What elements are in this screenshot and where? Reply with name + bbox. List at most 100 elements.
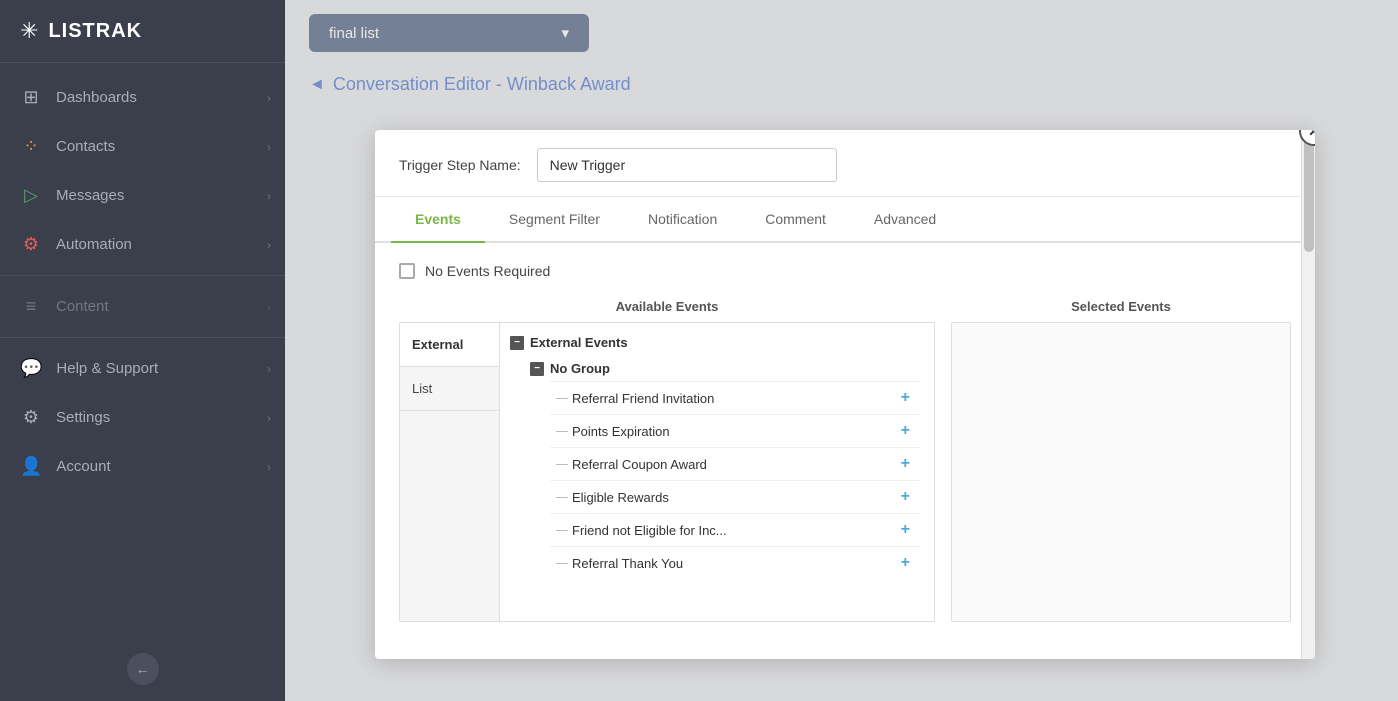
events-container: External List − External Events	[399, 322, 935, 622]
modal-content: No Events Required Available Events Exte…	[375, 243, 1315, 659]
tree-item-name: Eligible Rewards	[572, 490, 893, 505]
tree-items: Referral Friend Invitation + Points Expi…	[520, 381, 920, 579]
tree-item-add-button[interactable]: +	[901, 554, 910, 572]
logo-area: ✳ LISTRAK	[0, 0, 285, 63]
trigger-name-row: Trigger Step Name:	[375, 130, 1315, 197]
tree-subgroup-collapse-icon[interactable]: −	[530, 362, 544, 376]
chevron-icon: ›	[267, 189, 271, 203]
nav-divider	[0, 275, 285, 276]
sidebar-item-label: Help & Support	[56, 360, 158, 377]
tree-subgroup-label: No Group	[550, 361, 610, 376]
tree-item-line	[556, 530, 568, 531]
tab-advanced[interactable]: Advanced	[850, 197, 960, 243]
selected-events-title: Selected Events	[951, 299, 1291, 314]
tree-item-name: Friend not Eligible for Inc...	[572, 523, 893, 538]
modal-scrollbar[interactable]	[1301, 130, 1315, 659]
content-icon: ≡	[20, 296, 42, 317]
chevron-icon: ›	[267, 300, 271, 314]
contacts-icon: ⁘	[20, 136, 42, 157]
chevron-icon: ›	[267, 362, 271, 376]
category-list: External List	[400, 323, 500, 621]
sidebar-item-label: Messages	[56, 187, 124, 204]
tree-item: Referral Friend Invitation +	[550, 381, 920, 414]
no-events-row: No Events Required	[399, 263, 1291, 279]
category-external[interactable]: External	[400, 323, 499, 367]
category-list[interactable]: List	[400, 367, 499, 411]
tree-group-external-events: − External Events	[500, 329, 920, 356]
tab-notification[interactable]: Notification	[624, 197, 741, 243]
chevron-icon: ›	[267, 91, 271, 105]
tree-item-add-button[interactable]: +	[901, 521, 910, 539]
tree-item: Referral Coupon Award +	[550, 447, 920, 480]
logo-text: LISTRAK	[48, 20, 142, 43]
sidebar-item-automation[interactable]: ⚙ Automation ›	[0, 220, 285, 269]
sidebar-collapse-button[interactable]: ←	[127, 653, 159, 685]
help-icon: 💬	[20, 358, 42, 379]
selected-events-box	[951, 322, 1291, 622]
tree-item-line	[556, 497, 568, 498]
chevron-icon: ›	[267, 140, 271, 154]
logo-icon: ✳	[20, 18, 38, 44]
chevron-icon: ›	[267, 238, 271, 252]
tree-item-add-button[interactable]: +	[901, 488, 910, 506]
tree-subgroup-no-group: − No Group Referral Friend Invitation	[500, 356, 920, 579]
tree-item-add-button[interactable]: +	[901, 455, 910, 473]
main-area: final list ▾ ◄ Conversation Editor - Win…	[285, 0, 1398, 701]
sidebar-nav: ⊞ Dashboards › ⁘ Contacts › ▷ Messages ›…	[0, 63, 285, 643]
tree-item: Points Expiration +	[550, 414, 920, 447]
tab-segment-filter[interactable]: Segment Filter	[485, 197, 624, 243]
tree-item-name: Referral Friend Invitation	[572, 391, 893, 406]
available-events-panel: Available Events External List	[399, 299, 935, 639]
automation-icon: ⚙	[20, 234, 42, 255]
sidebar-item-messages[interactable]: ▷ Messages ›	[0, 171, 285, 220]
tree-subgroup-header: − No Group	[520, 356, 920, 381]
tree-item-line	[556, 464, 568, 465]
tree-item-line	[556, 398, 568, 399]
tree-item: Eligible Rewards +	[550, 480, 920, 513]
sidebar-item-contacts[interactable]: ⁘ Contacts ›	[0, 122, 285, 171]
no-events-label: No Events Required	[425, 263, 550, 279]
modal-tabs: Events Segment Filter Notification Comme…	[375, 197, 1315, 243]
sidebar: ✳ LISTRAK ⊞ Dashboards › ⁘ Contacts › ▷ …	[0, 0, 285, 701]
tree-item-add-button[interactable]: +	[901, 422, 910, 440]
messages-icon: ▷	[20, 185, 42, 206]
sidebar-item-label: Account	[56, 458, 110, 475]
sidebar-item-label: Content	[56, 298, 109, 315]
sidebar-item-dashboards[interactable]: ⊞ Dashboards ›	[0, 73, 285, 122]
chevron-icon: ›	[267, 411, 271, 425]
tree-item-name: Referral Thank You	[572, 556, 893, 571]
sidebar-item-label: Settings	[56, 409, 110, 426]
tree-item-add-button[interactable]: +	[901, 389, 910, 407]
tree-item: Referral Thank You +	[550, 546, 920, 579]
nav-divider	[0, 337, 285, 338]
scrollbar-thumb	[1304, 132, 1314, 252]
tree-group-label: External Events	[530, 335, 628, 350]
selected-events-panel: Selected Events	[951, 299, 1291, 639]
sidebar-item-account[interactable]: 👤 Account ›	[0, 442, 285, 491]
tree-item-line	[556, 563, 568, 564]
dashboards-icon: ⊞	[20, 87, 42, 108]
trigger-name-input[interactable]	[537, 148, 837, 182]
sidebar-item-label: Dashboards	[56, 89, 137, 106]
sidebar-item-settings[interactable]: ⚙ Settings ›	[0, 393, 285, 442]
tab-comment[interactable]: Comment	[741, 197, 850, 243]
tree-item: Friend not Eligible for Inc... +	[550, 513, 920, 546]
no-events-checkbox[interactable]	[399, 263, 415, 279]
sidebar-item-help-support[interactable]: 💬 Help & Support ›	[0, 344, 285, 393]
tab-events[interactable]: Events	[391, 197, 485, 243]
tree-item-line	[556, 431, 568, 432]
tree-item-name: Referral Coupon Award	[572, 457, 893, 472]
modal-overlay: ✕ Trigger Step Name: Events Segment Filt…	[285, 0, 1398, 701]
tree-collapse-icon[interactable]: −	[510, 336, 524, 350]
sidebar-item-label: Automation	[56, 236, 132, 253]
events-layout: Available Events External List	[399, 299, 1291, 639]
chevron-icon: ›	[267, 460, 271, 474]
tree-item-name: Points Expiration	[572, 424, 893, 439]
trigger-name-label: Trigger Step Name:	[399, 157, 521, 173]
settings-icon: ⚙	[20, 407, 42, 428]
available-events-title: Available Events	[399, 299, 935, 314]
account-icon: 👤	[20, 456, 42, 477]
events-tree: − External Events − No Group	[500, 323, 934, 621]
sidebar-item-content[interactable]: ≡ Content ›	[0, 282, 285, 331]
sidebar-item-label: Contacts	[56, 138, 115, 155]
